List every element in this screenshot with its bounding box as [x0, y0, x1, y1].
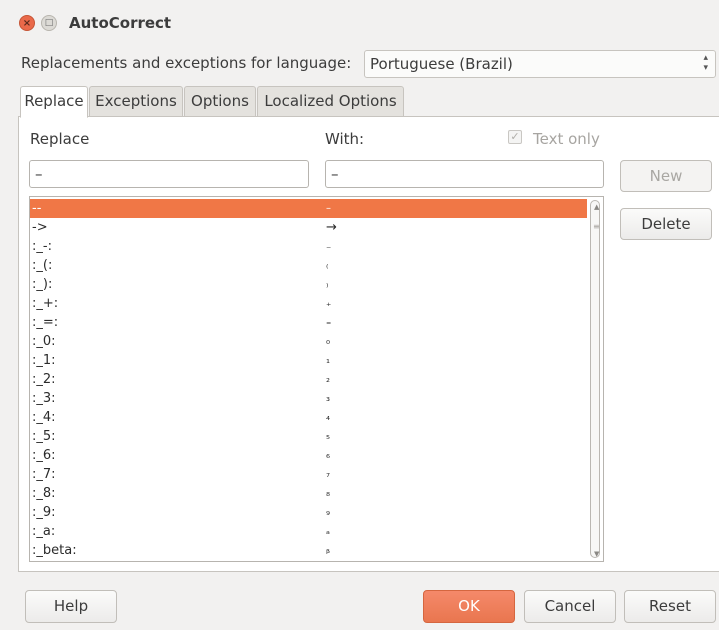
with-cell: ₊ — [326, 298, 332, 309]
language-select-value: Portuguese (Brazil) — [370, 55, 513, 73]
new-button[interactable]: New — [620, 160, 712, 192]
with-column-label: With: — [325, 130, 365, 148]
maximize-window-icon[interactable]: □ — [41, 15, 57, 31]
tab-localized-options[interactable]: Localized Options — [257, 86, 404, 117]
table-row[interactable]: :_beta: ᵦ — [30, 541, 587, 560]
with-cell: ₋ — [326, 241, 332, 252]
replacement-list[interactable]: -- – -> → :_-: ₋ :_(: ₍ :_): ₎ :_+: ₊ :_=: ₌ :_… — [29, 196, 604, 562]
text-only-label: Text only — [533, 130, 600, 148]
scroll-down-arrow-icon: ▼ — [594, 550, 600, 558]
replace-cell: :_4: — [32, 410, 56, 425]
replace-cell: :_beta: — [32, 543, 77, 558]
scroll-up-arrow-icon: ▲ — [594, 203, 600, 211]
replace-cell: :_7: — [32, 467, 56, 482]
table-row[interactable]: :_9: ₉ — [30, 503, 587, 522]
table-row[interactable]: :_0: ₀ — [30, 332, 587, 351]
with-cell: ₈ — [326, 488, 331, 499]
with-cell: ₌ — [326, 317, 332, 328]
with-cell: ₐ — [326, 526, 330, 537]
replace-input[interactable]: – — [29, 160, 309, 188]
table-row[interactable]: :_a: ₐ — [30, 522, 587, 541]
updown-arrows-icon: ▴ ▾ — [703, 53, 708, 73]
grip-icon: ≡ — [593, 222, 600, 231]
with-cell: ₆ — [326, 450, 331, 461]
table-row[interactable]: :_3: ₃ — [30, 389, 587, 408]
with-cell: ₉ — [326, 507, 331, 518]
replace-cell: :_0: — [32, 334, 56, 349]
replace-cell: :_2: — [32, 372, 56, 387]
with-cell: ₍ — [326, 260, 329, 271]
replace-cell: :_=: — [32, 315, 59, 330]
with-cell: ₂ — [326, 374, 331, 385]
replace-cell: :_5: — [32, 429, 56, 444]
table-row[interactable]: :_+: ₊ — [30, 294, 587, 313]
replace-cell: :_1: — [32, 353, 56, 368]
with-cell: ᵦ — [326, 545, 331, 556]
ok-button[interactable]: OK — [423, 590, 515, 623]
title-bar: × □ AutoCorrect — [0, 0, 719, 46]
replace-cell: :_6: — [32, 448, 56, 463]
help-button[interactable]: Help — [25, 590, 117, 623]
table-row[interactable]: :_5: ₅ — [30, 427, 587, 446]
with-cell: – — [326, 203, 331, 214]
replace-cell: :_): — [32, 277, 53, 292]
replace-cell: :_a: — [32, 524, 56, 539]
with-cell: ₄ — [326, 412, 331, 423]
window-title: AutoCorrect — [69, 14, 172, 32]
replace-cell: :_(: — [32, 258, 53, 273]
language-label: Replacements and exceptions for language… — [21, 54, 352, 72]
table-row[interactable]: -- – — [30, 199, 587, 218]
replace-cell: :_-: — [32, 239, 52, 254]
table-row[interactable]: :_2: ₂ — [30, 370, 587, 389]
tab-replace[interactable]: Replace — [20, 86, 88, 118]
table-row[interactable]: :_8: ₈ — [30, 484, 587, 503]
language-select[interactable]: Portuguese (Brazil) ▴ ▾ — [364, 50, 716, 78]
replace-cell: -> — [32, 220, 48, 235]
table-row[interactable]: -> → — [30, 218, 587, 237]
table-row[interactable]: :_6: ₆ — [30, 446, 587, 465]
table-row[interactable]: :_-: ₋ — [30, 237, 587, 256]
delete-button[interactable]: Delete — [620, 208, 712, 240]
replace-cell: -- — [32, 201, 42, 216]
reset-button[interactable]: Reset — [624, 590, 716, 623]
replace-cell: :_8: — [32, 486, 56, 501]
cancel-button[interactable]: Cancel — [524, 590, 616, 623]
with-cell: ₇ — [326, 469, 331, 480]
with-input[interactable]: – — [325, 160, 604, 188]
scrollbar-thumb[interactable]: ▲ ≡ ▼ — [590, 200, 600, 558]
table-row[interactable]: :_): ₎ — [30, 275, 587, 294]
table-row[interactable]: :_7: ₇ — [30, 465, 587, 484]
with-cell: ₀ — [326, 336, 331, 347]
text-only-checkbox[interactable]: ✓ — [508, 130, 522, 144]
with-cell: → — [326, 220, 337, 235]
close-window-icon[interactable]: × — [19, 15, 35, 31]
list-scrollbar[interactable]: ▲ ≡ ▼ — [588, 197, 603, 561]
with-cell: ₎ — [326, 279, 329, 290]
table-row[interactable]: :_4: ₄ — [30, 408, 587, 427]
table-row[interactable]: :_1: ₁ — [30, 351, 587, 370]
replace-column-label: Replace — [30, 130, 90, 148]
replace-cell: :_3: — [32, 391, 56, 406]
tab-options[interactable]: Options — [184, 86, 256, 117]
replace-cell: :_+: — [32, 296, 59, 311]
with-cell: ₅ — [326, 431, 331, 442]
with-cell: ₃ — [326, 393, 331, 404]
table-row[interactable]: :_=: ₌ — [30, 313, 587, 332]
replace-cell: :_9: — [32, 505, 56, 520]
tab-exceptions[interactable]: Exceptions — [89, 86, 183, 117]
with-cell: ₁ — [326, 355, 331, 366]
table-row[interactable]: :_(: ₍ — [30, 256, 587, 275]
